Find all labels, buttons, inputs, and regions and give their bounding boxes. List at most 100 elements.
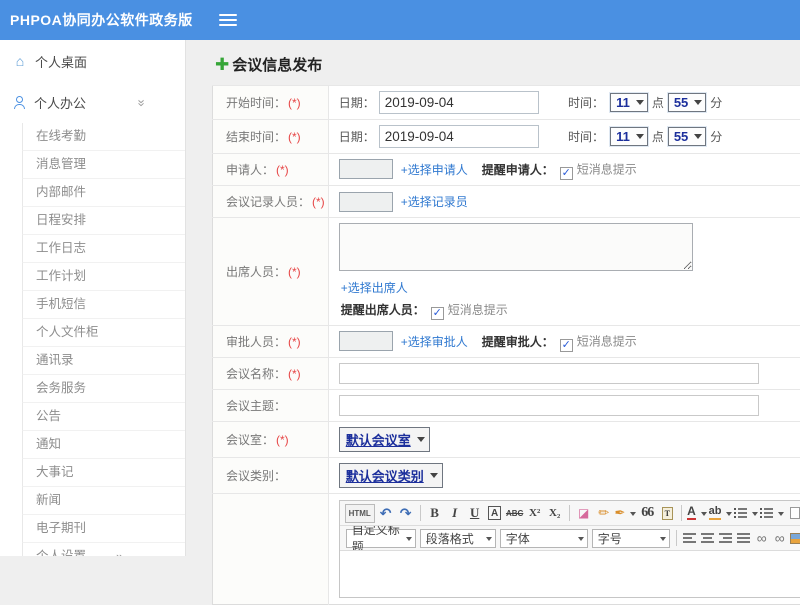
approver-input[interactable] bbox=[339, 331, 393, 351]
meeting-type-select[interactable]: 默认会议类别 bbox=[339, 463, 443, 488]
start-minute-select[interactable]: 55 bbox=[668, 93, 706, 112]
align-left-icon[interactable] bbox=[681, 529, 698, 548]
blockquote-icon[interactable]: 66 bbox=[638, 504, 656, 523]
link-icon[interactable]: ∞ bbox=[753, 529, 770, 548]
align-right-icon[interactable] bbox=[717, 529, 734, 548]
hamburger-menu-icon[interactable] bbox=[219, 14, 237, 27]
chevron-down-icon: » bbox=[136, 99, 146, 106]
required-mark: (*) bbox=[312, 195, 325, 209]
chevron-down-icon bbox=[636, 100, 644, 109]
sidebar-item-label: 会务服务 bbox=[36, 382, 86, 395]
align-justify-icon[interactable] bbox=[735, 529, 752, 548]
sidebar-item[interactable]: 通讯录 bbox=[22, 347, 185, 375]
sidebar-item[interactable]: 大事记 bbox=[22, 459, 185, 487]
sidebar-item[interactable]: 个人办公» bbox=[0, 82, 185, 123]
sidebar-item[interactable]: 在线考勤 bbox=[22, 123, 185, 151]
italic-button[interactable]: I bbox=[446, 504, 464, 523]
editor-content-area[interactable] bbox=[340, 551, 800, 597]
select-applicant-link[interactable]: +选择申请人 bbox=[401, 163, 468, 177]
font-border-button[interactable]: A bbox=[486, 504, 504, 523]
plus-icon: ✚ bbox=[215, 57, 229, 72]
strikethrough-button[interactable]: ABC bbox=[506, 504, 524, 523]
end-date-input[interactable] bbox=[379, 125, 539, 148]
sidebar-item[interactable]: ⌂个人桌面 bbox=[0, 41, 185, 82]
applicant-label: 申请人：(*) bbox=[213, 154, 329, 186]
meeting-name-input[interactable] bbox=[339, 363, 759, 384]
sidebar-item[interactable]: 会务服务 bbox=[22, 375, 185, 403]
clean-format-brush-icon[interactable]: ✏ bbox=[595, 504, 613, 523]
bold-button[interactable]: B bbox=[426, 504, 444, 523]
recorder-input[interactable] bbox=[339, 192, 393, 212]
form-row-meeting-room: 会议室：(*) 默认会议室 bbox=[213, 422, 800, 458]
page-title: ✚ 会议信息发布 bbox=[187, 54, 800, 75]
editor-toolbar-row2: 自定义标题段落格式字体字号 ∞∞ bbox=[340, 526, 800, 551]
sidebar-item[interactable]: 工作日志 bbox=[22, 235, 185, 263]
attendees-label: 出席人员：(*) bbox=[213, 218, 329, 326]
select-recorder-link[interactable]: +选择记录员 bbox=[401, 195, 468, 209]
meeting-type-label: 会议类别： bbox=[213, 458, 329, 494]
start-date-input[interactable] bbox=[379, 91, 539, 114]
redo-icon[interactable]: ↷ bbox=[397, 504, 415, 523]
end-hour-select[interactable]: 11 bbox=[610, 127, 648, 146]
meeting-topic-input[interactable] bbox=[339, 395, 759, 416]
sidebar-item[interactable]: 内部邮件 bbox=[22, 179, 185, 207]
meeting-room-select[interactable]: 默认会议室 bbox=[339, 427, 430, 452]
sidebar-item-label: 在线考勤 bbox=[36, 130, 86, 143]
paragraph-format-select[interactable]: 段落格式 bbox=[420, 529, 496, 548]
underline-button[interactable]: U bbox=[466, 504, 484, 523]
sms-checkbox[interactable]: ✓ bbox=[560, 339, 573, 352]
sidebar-item[interactable]: 公告 bbox=[22, 403, 185, 431]
sidebar-menu: ⌂个人桌面个人办公»在线考勤消息管理内部邮件日程安排工作日志工作计划手机短信个人… bbox=[0, 40, 186, 556]
required-mark: (*) bbox=[276, 163, 289, 177]
unlink-icon[interactable]: ∞ bbox=[771, 529, 788, 548]
sidebar-item-label: 工作计划 bbox=[36, 270, 86, 283]
sidebar-item[interactable]: 手机短信 bbox=[22, 291, 185, 319]
chevron-down-icon bbox=[694, 134, 702, 143]
time-label: 时间： bbox=[568, 96, 604, 110]
toolbar-separator bbox=[681, 505, 682, 521]
select-attendees-link[interactable]: +选择出席人 bbox=[341, 281, 408, 295]
select-approver-link[interactable]: +选择审批人 bbox=[401, 335, 468, 349]
subscript-button[interactable]: X₂ bbox=[546, 504, 564, 523]
main-content: ✚ 会议信息发布 开始时间：(*) 日期： 时间：11点55分 结束时间：(*)… bbox=[187, 40, 800, 605]
sidebar-item[interactable]: 通知 bbox=[22, 431, 185, 459]
editor-label-empty bbox=[213, 494, 329, 605]
sidebar-item[interactable]: 个人设置» bbox=[22, 543, 185, 556]
ordered-list-icon[interactable] bbox=[734, 504, 758, 523]
sidebar-item-label: 新闻 bbox=[36, 494, 61, 507]
paste-icon[interactable] bbox=[658, 504, 676, 523]
start-hour-select[interactable]: 11 bbox=[610, 93, 648, 112]
editor-toolbar-row1: HTML↶↷BIUAABCX²X₂◪✏✒66Aab bbox=[340, 501, 800, 526]
image-icon[interactable] bbox=[789, 529, 800, 548]
undo-icon[interactable]: ↶ bbox=[377, 504, 395, 523]
sms-checkbox[interactable]: ✓ bbox=[431, 307, 444, 320]
new-page-icon[interactable] bbox=[786, 504, 800, 523]
sidebar-item[interactable]: 消息管理 bbox=[22, 151, 185, 179]
font-family-select[interactable]: 字体 bbox=[500, 529, 588, 548]
unordered-list-icon[interactable] bbox=[760, 504, 784, 523]
align-center-icon[interactable] bbox=[699, 529, 716, 548]
format-painter-icon[interactable]: ✒ bbox=[615, 504, 637, 523]
heading-select[interactable]: 自定义标题 bbox=[346, 529, 416, 548]
superscript-button[interactable]: X² bbox=[526, 504, 544, 523]
sidebar-item-label: 日程安排 bbox=[36, 214, 86, 227]
sidebar-item-label: 内部邮件 bbox=[36, 186, 86, 199]
toolbar-separator bbox=[676, 530, 677, 546]
font-color-icon[interactable]: A bbox=[687, 504, 706, 523]
end-minute-select[interactable]: 55 bbox=[668, 127, 706, 146]
toolbar-separator bbox=[569, 505, 570, 521]
sidebar-item[interactable]: 电子期刊 bbox=[22, 515, 185, 543]
form-row-approver: 审批人员：(*) +选择审批人提醒审批人：✓短消息提示 bbox=[213, 326, 800, 358]
font-size-select[interactable]: 字号 bbox=[592, 529, 670, 548]
highlight-color-icon[interactable]: ab bbox=[709, 504, 733, 523]
attendees-textarea[interactable] bbox=[339, 223, 693, 271]
sms-checkbox[interactable]: ✓ bbox=[560, 167, 573, 180]
applicant-input[interactable] bbox=[339, 159, 393, 179]
remind-attendees-label: 提醒出席人员： bbox=[341, 303, 425, 317]
sidebar-item[interactable]: 工作计划 bbox=[22, 263, 185, 291]
html-source-button[interactable]: HTML bbox=[345, 504, 375, 523]
eraser-icon[interactable]: ◪ bbox=[575, 504, 593, 523]
sidebar-item[interactable]: 新闻 bbox=[22, 487, 185, 515]
sidebar-item[interactable]: 日程安排 bbox=[22, 207, 185, 235]
sidebar-item[interactable]: 个人文件柜 bbox=[22, 319, 185, 347]
